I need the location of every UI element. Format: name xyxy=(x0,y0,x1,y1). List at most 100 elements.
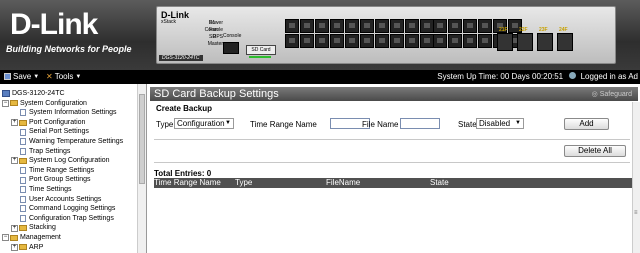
sidebar-item[interactable]: + System Log Configuration xyxy=(2,156,123,166)
sidebar-item-label: Warning Temperature Settings xyxy=(29,137,124,145)
switch-icon xyxy=(2,90,10,98)
sidebar-item-label: DGS-3120-24TC xyxy=(12,90,65,97)
expand-icon[interactable]: + xyxy=(11,157,18,165)
unit-label-sd: SD xyxy=(209,34,216,40)
port[interactable] xyxy=(345,34,359,48)
state-select[interactable]: Disabled ▼ xyxy=(476,118,524,129)
sidebar-item-label: Serial Port Settings xyxy=(29,128,89,136)
page-icon xyxy=(20,176,26,184)
scrollbar-thumb[interactable] xyxy=(139,94,145,184)
port[interactable] xyxy=(360,19,374,33)
sidebar-item[interactable]: + Port Configuration xyxy=(2,118,123,128)
folder-icon xyxy=(10,100,18,107)
sidebar-item-label: System Information Settings xyxy=(29,109,117,117)
user-icon xyxy=(569,72,577,79)
port[interactable] xyxy=(300,34,314,48)
page-icon xyxy=(20,128,26,136)
sidebar-item[interactable]: − System Configuration xyxy=(2,99,123,109)
port[interactable] xyxy=(375,34,389,48)
chevron-down-icon: ▼ xyxy=(515,120,521,126)
sfp-port[interactable] xyxy=(517,33,533,51)
console-port[interactable] xyxy=(223,42,239,54)
sfp-port[interactable] xyxy=(537,33,553,51)
safeguard-indicator: ◎ Safeguard xyxy=(592,90,632,98)
sidebar-item-label: ARP xyxy=(29,243,44,251)
expand-icon[interactable]: + xyxy=(11,243,18,251)
port[interactable] xyxy=(420,34,434,48)
sidebar-item-label: Command Logging Settings xyxy=(29,205,116,213)
sidebar-item[interactable]: Time Range Settings xyxy=(2,166,123,176)
chevron-down-icon: ▼ xyxy=(225,120,231,126)
folder-icon xyxy=(10,234,18,241)
sidebar-item[interactable]: Configuration Trap Settings xyxy=(2,214,123,224)
port-block-1 xyxy=(285,19,434,48)
sidebar-item[interactable]: Trap Settings xyxy=(2,147,123,157)
chevron-down-icon: ▼ xyxy=(33,73,40,80)
port[interactable] xyxy=(433,34,447,48)
column-header-filename: FileName xyxy=(326,178,361,187)
sidebar-item[interactable]: Serial Port Settings xyxy=(2,127,123,137)
port[interactable] xyxy=(420,19,434,33)
port[interactable] xyxy=(390,34,404,48)
delete-all-button[interactable]: Delete All xyxy=(564,145,626,157)
port[interactable] xyxy=(405,19,419,33)
sidebar-item[interactable]: + Stacking xyxy=(2,223,123,233)
sidebar-item[interactable]: System Information Settings xyxy=(2,108,123,118)
port[interactable] xyxy=(463,19,477,33)
add-button[interactable]: Add xyxy=(564,118,609,130)
sfp-port[interactable] xyxy=(497,33,513,51)
sidebar-item-label: System Configuration xyxy=(20,99,87,107)
port[interactable] xyxy=(433,19,447,33)
save-menu[interactable]: Save ▼ xyxy=(4,72,39,81)
port[interactable] xyxy=(315,19,329,33)
sd-card-slot[interactable]: SD Card xyxy=(246,45,276,55)
save-icon xyxy=(4,73,11,80)
type-select-value: Configuration xyxy=(177,119,225,128)
table-header: Time Range Name Type FileName State xyxy=(154,178,634,188)
port[interactable] xyxy=(330,34,344,48)
sidebar-item[interactable]: + ARP xyxy=(2,243,123,253)
column-header-time-range-name: Time Range Name xyxy=(154,178,221,187)
type-select[interactable]: Configuration ▼ xyxy=(174,118,234,129)
tools-menu[interactable]: ✕ Tools ▼ xyxy=(46,72,81,81)
sidebar-item-label: Management xyxy=(20,233,61,241)
tools-menu-label: Tools xyxy=(54,72,74,81)
device-sub-brand: xStack xyxy=(161,19,177,25)
sidebar-item[interactable]: Warning Temperature Settings xyxy=(2,137,123,147)
time-range-name-label: Time Range Name xyxy=(250,120,317,129)
logo-tagline: Building Networks for People xyxy=(6,44,132,54)
collapse-icon[interactable]: − xyxy=(2,234,9,242)
sidebar-item[interactable]: Command Logging Settings xyxy=(2,204,123,214)
port[interactable] xyxy=(375,19,389,33)
port[interactable] xyxy=(360,34,374,48)
port[interactable] xyxy=(463,34,477,48)
port[interactable] xyxy=(478,19,492,33)
port[interactable] xyxy=(285,34,299,48)
sidebar-item-label: Time Settings xyxy=(29,185,72,193)
sidebar-item-label: System Log Configuration xyxy=(29,157,110,165)
port[interactable] xyxy=(345,19,359,33)
sidebar-scrollbar[interactable] xyxy=(137,84,146,253)
sidebar-item[interactable]: Time Settings xyxy=(2,185,123,195)
expand-icon[interactable]: + xyxy=(11,119,18,127)
port[interactable] xyxy=(478,34,492,48)
port[interactable] xyxy=(448,34,462,48)
sidebar-item[interactable]: DGS-3120-24TC xyxy=(2,89,123,99)
port[interactable] xyxy=(448,19,462,33)
sidebar-item[interactable]: − Management xyxy=(2,233,123,243)
sfp-port[interactable] xyxy=(557,33,573,51)
port[interactable] xyxy=(315,34,329,48)
file-name-input[interactable] xyxy=(400,118,440,129)
sidebar-item[interactable]: User Accounts Settings xyxy=(2,195,123,205)
content-scrollbar[interactable]: ≡ xyxy=(632,102,640,253)
port[interactable] xyxy=(285,19,299,33)
collapse-icon[interactable]: − xyxy=(2,99,9,107)
sidebar-item[interactable]: Port Group Settings xyxy=(2,175,123,185)
port[interactable] xyxy=(390,19,404,33)
main-content: SD Card Backup Settings ◎ Safeguard Crea… xyxy=(148,84,640,253)
port[interactable] xyxy=(300,19,314,33)
expand-icon[interactable]: + xyxy=(11,224,18,232)
folder-icon xyxy=(19,119,27,126)
port[interactable] xyxy=(405,34,419,48)
port[interactable] xyxy=(330,19,344,33)
